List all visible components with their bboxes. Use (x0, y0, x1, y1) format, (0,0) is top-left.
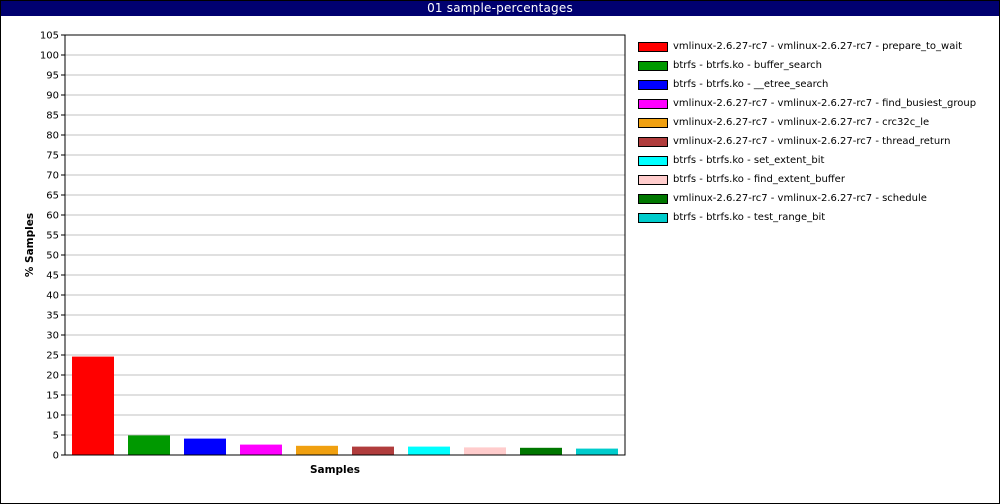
y-tick-label: 45 (46, 271, 59, 282)
legend-item: vmlinux-2.6.27-rc7 - vmlinux-2.6.27-rc7 … (638, 189, 976, 208)
legend-swatch (638, 136, 668, 147)
y-tick-label: 55 (46, 231, 59, 242)
legend-label: btrfs - btrfs.ko - test_range_bit (673, 212, 826, 223)
legend-label: btrfs - btrfs.ko - set_extent_bit (673, 155, 825, 166)
legend-label: vmlinux-2.6.27-rc7 - vmlinux-2.6.27-rc7 … (673, 136, 951, 147)
legend-item: btrfs - btrfs.ko - find_extent_buffer (638, 170, 976, 189)
legend-label: btrfs - btrfs.ko - buffer_search (673, 60, 822, 71)
bar (352, 446, 394, 455)
legend-label: vmlinux-2.6.27-rc7 - vmlinux-2.6.27-rc7 … (673, 98, 977, 109)
y-tick-label: 65 (46, 191, 59, 202)
y-tick-label: 75 (46, 151, 59, 162)
legend-item: btrfs - btrfs.ko - set_extent_bit (638, 151, 976, 170)
bar (128, 435, 170, 455)
legend-swatch (638, 79, 668, 90)
legend-label: vmlinux-2.6.27-rc7 - vmlinux-2.6.27-rc7 … (673, 117, 930, 128)
legend-swatch (638, 60, 668, 71)
legend-swatch (638, 98, 668, 109)
y-tick-label: 20 (46, 371, 59, 382)
y-tick-label: 0 (53, 451, 59, 462)
legend-label: btrfs - btrfs.ko - __etree_search (673, 79, 829, 90)
y-tick-label: 50 (46, 251, 59, 262)
legend-label: btrfs - btrfs.ko - find_extent_buffer (673, 174, 845, 185)
x-axis-label: Samples (310, 464, 360, 476)
legend-swatch (638, 155, 668, 166)
legend-swatch (638, 174, 668, 185)
legend-item: vmlinux-2.6.27-rc7 - vmlinux-2.6.27-rc7 … (638, 37, 976, 56)
bar (296, 445, 338, 455)
y-tick-label: 70 (46, 171, 59, 182)
legend-swatch (638, 193, 668, 204)
legend-item: btrfs - btrfs.ko - __etree_search (638, 75, 976, 94)
bar (576, 448, 618, 455)
plot-area (65, 35, 625, 455)
y-tick-label: 5 (53, 431, 59, 442)
legend-swatch (638, 41, 668, 52)
bar (520, 447, 562, 455)
bar (72, 356, 114, 455)
legend-swatch (638, 117, 668, 128)
legend: vmlinux-2.6.27-rc7 - vmlinux-2.6.27-rc7 … (638, 37, 976, 227)
legend-item: vmlinux-2.6.27-rc7 - vmlinux-2.6.27-rc7 … (638, 132, 976, 151)
y-tick-label: 35 (46, 311, 59, 322)
y-axis-label: % Samples (24, 213, 36, 277)
legend-item: vmlinux-2.6.27-rc7 - vmlinux-2.6.27-rc7 … (638, 94, 976, 113)
y-tick-label: 10 (46, 411, 59, 422)
y-tick-label: 90 (46, 91, 59, 102)
legend-label: vmlinux-2.6.27-rc7 - vmlinux-2.6.27-rc7 … (673, 193, 927, 204)
legend-item: vmlinux-2.6.27-rc7 - vmlinux-2.6.27-rc7 … (638, 113, 976, 132)
y-tick-label: 25 (46, 351, 59, 362)
y-tick-label: 15 (46, 391, 59, 402)
y-tick-label: 80 (46, 131, 59, 142)
bar (408, 446, 450, 455)
y-tick-label: 105 (40, 31, 59, 42)
legend-item: btrfs - btrfs.ko - test_range_bit (638, 208, 976, 227)
legend-label: vmlinux-2.6.27-rc7 - vmlinux-2.6.27-rc7 … (673, 41, 963, 52)
y-tick-label: 95 (46, 71, 59, 82)
y-tick-label: 100 (40, 51, 59, 62)
legend-swatch (638, 212, 668, 223)
y-tick-label: 40 (46, 291, 59, 302)
bar (464, 447, 506, 455)
y-tick-label: 60 (46, 211, 59, 222)
y-tick-label: 85 (46, 111, 59, 122)
legend-item: btrfs - btrfs.ko - buffer_search (638, 56, 976, 75)
y-tick-label: 30 (46, 331, 59, 342)
bar (240, 444, 282, 455)
bar (184, 438, 226, 455)
